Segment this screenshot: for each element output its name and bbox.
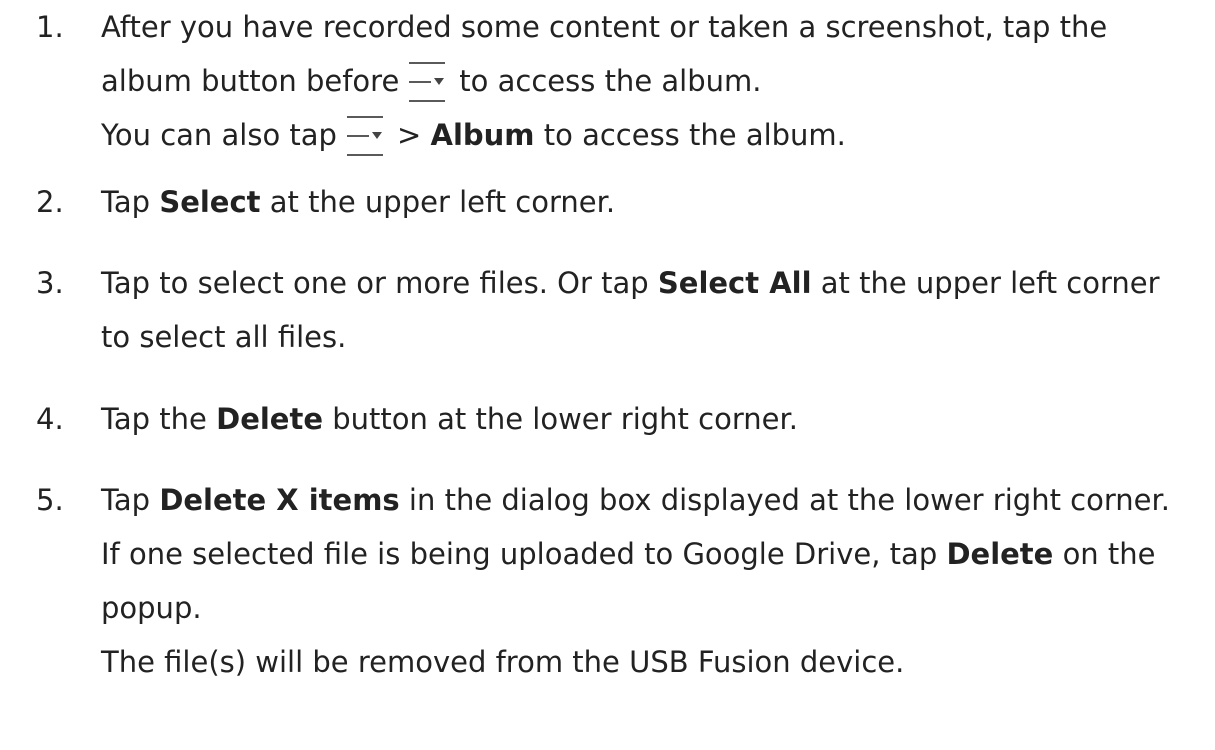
step-text-part: Tap to select one or more files. Or tap: [101, 266, 649, 300]
select-term: Select: [159, 185, 261, 219]
step-text: Tap Select at the upper left corner.: [101, 175, 1205, 229]
step-text: Tap the Delete button at the lower right…: [101, 392, 1205, 446]
step-line: popup.: [101, 581, 1205, 635]
step-line: Tap to select one or more files. Or tap …: [101, 256, 1205, 310]
step-text-part: in the dialog box displayed at the lower…: [408, 483, 1170, 517]
step-text: Tap Delete X items in the dialog box dis…: [101, 473, 1205, 689]
step-line: After you have recorded some content or …: [101, 0, 1205, 54]
step-line: If one selected file is being uploaded t…: [101, 527, 1205, 581]
step-line: You can also tap > Album to access the al…: [101, 108, 1205, 162]
album-term: Album: [430, 118, 535, 152]
step-text-part: to select all files.: [101, 320, 347, 354]
step-number: 3.: [36, 266, 64, 300]
step-line: Tap the Delete button at the lower right…: [101, 392, 1205, 446]
step-number: 4.: [36, 402, 64, 436]
step-text: After you have recorded some content or …: [101, 0, 1205, 162]
select-all-term: Select All: [657, 266, 812, 300]
step-text-part: to access the album.: [459, 64, 762, 98]
step-text-part: Tap: [101, 185, 151, 219]
step-line: Tap Delete X items in the dialog box dis…: [101, 473, 1205, 527]
menu-dropdown-icon: [346, 114, 383, 158]
step-text-part: button at the lower right corner.: [332, 402, 798, 436]
step-text-part: at the upper left corner: [820, 266, 1160, 300]
step-text-part: Tap the: [101, 402, 207, 436]
step-text-part: on the: [1062, 537, 1156, 571]
step-line: The file(s) will be removed from the USB…: [101, 635, 1205, 689]
step-text-part: popup.: [101, 591, 202, 625]
step-text-part: The file(s) will be removed from the USB…: [101, 645, 905, 679]
step-text-part: After you have recorded some content or …: [101, 10, 1108, 44]
step-number: 5.: [36, 483, 64, 517]
step-number: 1.: [36, 10, 64, 44]
step-text-part: album button before: [101, 64, 400, 98]
delete-items-term: Delete X items: [159, 483, 400, 517]
delete-term: Delete: [946, 537, 1054, 571]
step-text: Tap to select one or more files. Or tap …: [101, 256, 1205, 364]
step-line: Tap Select at the upper left corner.: [101, 175, 1205, 229]
step-text-part: to access the album.: [543, 118, 846, 152]
step-text-part: >: [396, 118, 422, 152]
menu-dropdown-icon: [409, 60, 446, 104]
step-number: 2.: [36, 185, 64, 219]
step-text-part: Tap: [101, 483, 151, 517]
step-text-part: If one selected file is being uploaded t…: [101, 537, 938, 571]
step-text-part: at the upper left corner.: [269, 185, 616, 219]
step-line: album button before to access the album.: [101, 54, 1205, 108]
step-line: to select all files.: [101, 310, 1205, 364]
step-text-part: You can also tap: [101, 118, 337, 152]
delete-term: Delete: [216, 402, 324, 436]
